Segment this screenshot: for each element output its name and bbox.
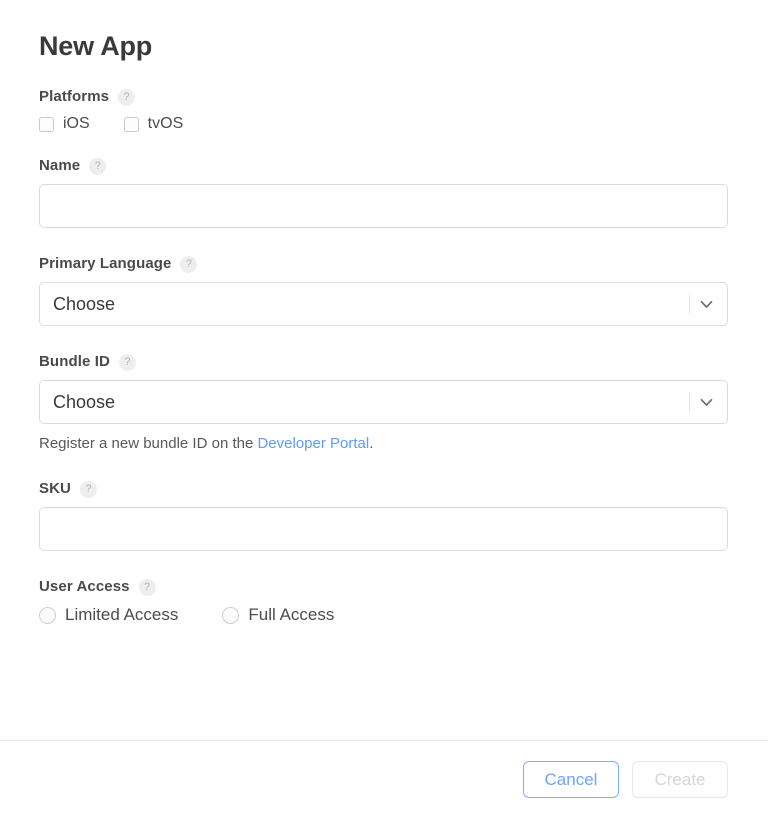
checkbox-tvos-label: tvOS: [147, 115, 184, 132]
checkbox-box-icon[interactable]: [123, 116, 139, 132]
primary-language-value: Choose: [53, 293, 116, 314]
sku-input[interactable]: [39, 507, 728, 551]
help-icon[interactable]: ?: [138, 578, 156, 596]
platforms-label-row: Platforms ?: [39, 88, 728, 106]
select-divider: [689, 295, 690, 314]
checkbox-ios[interactable]: iOS: [39, 115, 90, 133]
cancel-button[interactable]: Cancel: [523, 761, 619, 798]
bundle-id-select[interactable]: Choose: [39, 380, 728, 424]
bundle-id-value: Choose: [53, 391, 116, 412]
select-divider: [689, 393, 690, 412]
page-title: New App: [39, 31, 153, 61]
user-access-options: Limited Access Full Access: [39, 605, 728, 625]
helper-text-suffix: .: [369, 435, 374, 452]
name-label-row: Name ?: [39, 157, 728, 175]
platforms-options: iOS tvOS: [39, 115, 728, 133]
help-icon[interactable]: ?: [89, 157, 107, 175]
radio-full-access-label: Full Access: [248, 605, 335, 624]
field-bundle-id: Bundle ID ? Choose Register a new bundle…: [39, 353, 728, 453]
bundle-id-label-row: Bundle ID ?: [39, 353, 728, 371]
user-access-label: User Access: [39, 578, 130, 595]
chevron-down-icon[interactable]: [697, 381, 715, 423]
field-user-access: User Access ? Limited Access Full Access: [39, 578, 728, 625]
sku-label-row: SKU ?: [39, 480, 728, 498]
radio-circle-icon[interactable]: [39, 606, 56, 624]
help-icon[interactable]: ?: [118, 88, 136, 106]
checkbox-box-icon[interactable]: [39, 116, 54, 132]
dialog-body: New App Platforms ? iOS tvOS Name ? Prim…: [0, 0, 768, 740]
name-input[interactable]: [39, 184, 728, 228]
helper-text-prefix: Register a new bundle ID on the: [39, 435, 258, 452]
field-primary-language: Primary Language ? Choose: [39, 255, 728, 326]
primary-language-label: Primary Language: [39, 255, 172, 272]
checkbox-tvos[interactable]: tvOS: [123, 115, 184, 133]
developer-portal-link[interactable]: Developer Portal: [257, 435, 369, 452]
chevron-down-icon[interactable]: [697, 283, 715, 325]
name-label: Name: [39, 157, 81, 174]
bundle-id-helper-text: Register a new bundle ID on the Develope…: [39, 435, 728, 453]
user-access-label-row: User Access ?: [39, 578, 728, 596]
field-platforms: Platforms ? iOS tvOS: [39, 88, 728, 133]
help-icon[interactable]: ?: [118, 353, 136, 371]
checkbox-ios-label: iOS: [63, 115, 90, 132]
primary-language-label-row: Primary Language ?: [39, 255, 728, 273]
primary-language-select[interactable]: Choose: [39, 282, 728, 326]
radio-limited-access-label: Limited Access: [65, 605, 179, 624]
radio-circle-icon[interactable]: [222, 606, 240, 624]
field-sku: SKU ?: [39, 480, 728, 551]
new-app-dialog: New App Platforms ? iOS tvOS Name ? Prim…: [0, 0, 768, 818]
radio-full-access[interactable]: Full Access: [222, 605, 334, 625]
bundle-id-label: Bundle ID: [39, 353, 110, 370]
field-name: Name ?: [39, 157, 728, 228]
create-button[interactable]: Create: [632, 761, 728, 798]
help-icon[interactable]: ?: [79, 480, 97, 498]
help-icon[interactable]: ?: [180, 255, 198, 273]
sku-label: SKU: [39, 480, 71, 497]
platforms-label: Platforms: [39, 88, 110, 105]
dialog-footer: Cancel Create: [0, 740, 768, 818]
radio-limited-access[interactable]: Limited Access: [39, 605, 178, 625]
